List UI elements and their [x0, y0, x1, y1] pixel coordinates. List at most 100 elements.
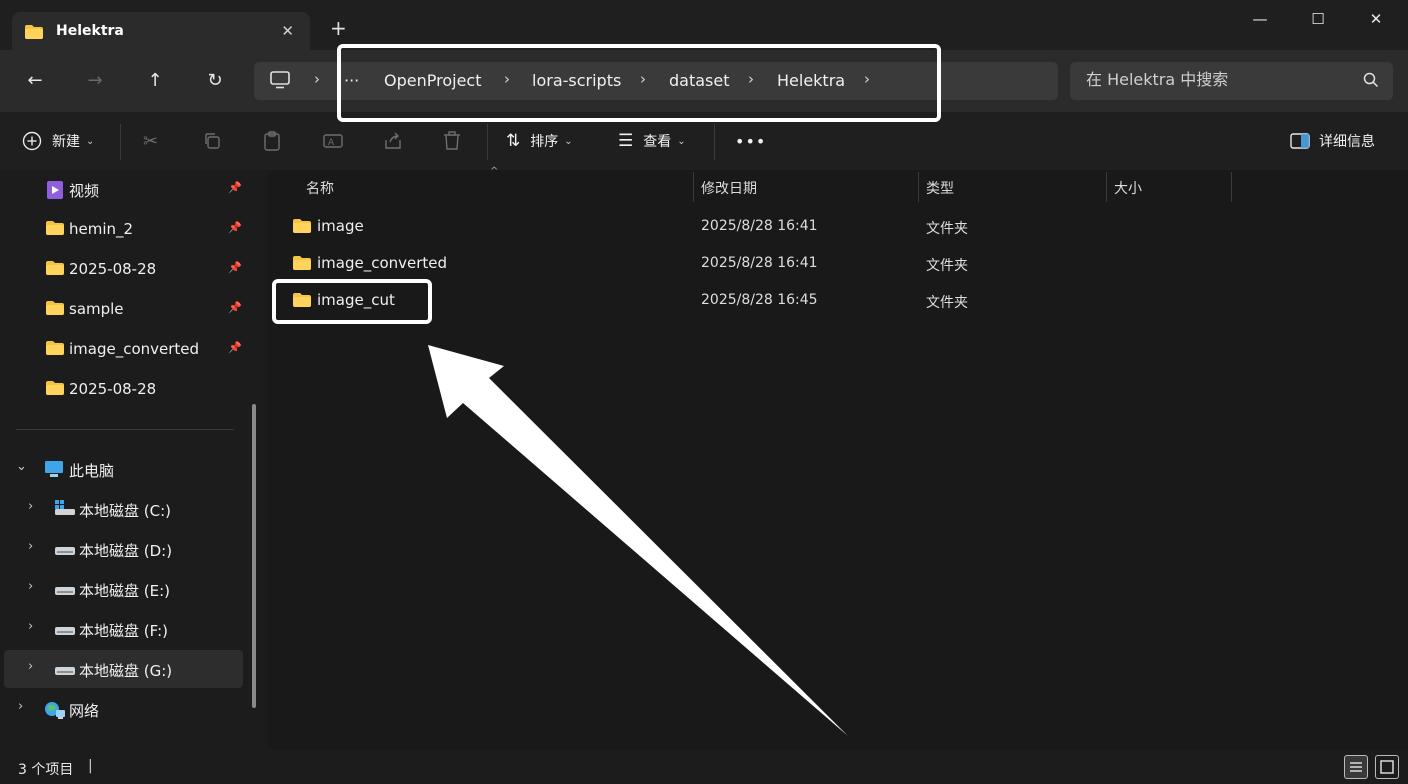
sidebar-item-label: image_converted [69, 340, 200, 358]
pin-icon[interactable]: 📌 [228, 261, 242, 274]
sidebar-item-label: 此电脑 [69, 462, 115, 480]
minimize-button[interactable]: — [1240, 8, 1280, 32]
forward-button[interactable]: → [82, 68, 108, 94]
large-icons-view-button[interactable] [1375, 755, 1399, 779]
file-date: 2025/8/28 16:41 [701, 218, 818, 234]
breadcrumb-more[interactable]: ··· [344, 71, 359, 90]
chevron-right-icon[interactable]: › [28, 619, 33, 634]
details-button[interactable]: 详细信息 [1290, 129, 1375, 153]
cut-icon[interactable]: ✂ [143, 129, 158, 153]
new-button[interactable]: 新建 ⌄ [22, 129, 94, 153]
chevron-right-icon[interactable]: › [504, 70, 510, 88]
folder-icon [292, 292, 312, 308]
back-button[interactable]: ← [22, 68, 48, 94]
search-input[interactable] [1086, 70, 1346, 89]
sidebar-item-this-pc[interactable]: ⌄ 此电脑 [4, 450, 243, 488]
column-divider[interactable] [918, 172, 919, 202]
chevron-down-icon[interactable]: ⌄ [16, 459, 27, 474]
column-header-type[interactable]: 类型 [926, 178, 954, 198]
sidebar-item-folder[interactable]: image_converted 📌 [4, 330, 243, 368]
network-icon [44, 700, 66, 724]
drive-icon [54, 584, 76, 600]
paste-icon[interactable] [263, 129, 281, 153]
address-bar[interactable]: › ··· OpenProject › lora-scripts › datas… [254, 62, 1058, 100]
this-pc-icon[interactable] [270, 71, 290, 93]
chevron-down-icon: ⌄ [564, 135, 573, 147]
new-tab-button[interactable]: + [330, 18, 347, 38]
chevron-right-icon[interactable]: › [28, 659, 33, 674]
table-row[interactable]: image_converted 2025/8/28 16:41 文件夹 [268, 246, 1408, 280]
pin-icon[interactable]: 📌 [228, 341, 242, 354]
pin-icon[interactable]: 📌 [228, 181, 242, 194]
sidebar-item-folder[interactable]: hemin_2 📌 [4, 210, 243, 248]
chevron-right-icon[interactable]: › [18, 699, 23, 714]
breadcrumb-lora-scripts[interactable]: lora-scripts [532, 71, 621, 90]
table-row[interactable]: image_cut 2025/8/28 16:45 文件夹 [268, 283, 1408, 317]
sidebar-item-drive-g[interactable]: › 本地磁盘 (G:) [4, 650, 243, 688]
chevron-right-icon[interactable]: › [864, 70, 870, 88]
video-folder-icon [46, 180, 64, 204]
column-divider[interactable] [693, 172, 694, 202]
sort-ascending-icon: ^ [490, 166, 499, 177]
maximize-button[interactable]: ☐ [1298, 8, 1338, 32]
view-button[interactable]: ☰ 查看 ⌄ [618, 129, 686, 153]
table-row[interactable]: image 2025/8/28 16:41 文件夹 [268, 209, 1408, 243]
toolbar-divider [487, 124, 488, 160]
sidebar-item-folder[interactable]: 2025-08-28 📌 [4, 250, 243, 288]
sidebar-item-drive-f[interactable]: › 本地磁盘 (F:) [4, 610, 243, 648]
sidebar-item-label: 网络 [69, 702, 100, 720]
sidebar-scrollbar[interactable] [252, 404, 256, 708]
delete-icon[interactable] [443, 129, 461, 153]
toolbar-divider [714, 124, 715, 160]
file-name[interactable]: image_converted [317, 254, 447, 272]
navigation-bar: ← → ↑ ↻ › ··· OpenProject › lora-scripts… [0, 50, 1408, 112]
search-icon[interactable] [1363, 72, 1379, 92]
sidebar-item-drive-e[interactable]: › 本地磁盘 (E:) [4, 570, 243, 608]
plus-circle-icon [22, 131, 42, 151]
column-header-size[interactable]: 大小 [1114, 178, 1142, 198]
more-options-icon[interactable]: ••• [735, 129, 766, 153]
share-icon[interactable] [383, 129, 403, 153]
breadcrumb-helektra[interactable]: Helektra [777, 71, 845, 90]
file-date: 2025/8/28 16:45 [701, 292, 818, 308]
refresh-button[interactable]: ↻ [202, 68, 228, 94]
sidebar-item-videos[interactable]: 视频 📌 [4, 170, 243, 208]
file-name[interactable]: image_cut [317, 291, 395, 309]
column-divider[interactable] [1106, 172, 1107, 202]
chevron-right-icon[interactable]: › [748, 70, 754, 88]
thumbnail-view-icon [1380, 760, 1394, 774]
sidebar-item-drive-d[interactable]: › 本地磁盘 (D:) [4, 530, 243, 568]
sidebar-item-folder[interactable]: sample 📌 [4, 290, 243, 328]
folder-icon [24, 24, 44, 40]
breadcrumb-dataset[interactable]: dataset [669, 71, 730, 90]
sidebar-item-drive-c[interactable]: › 本地磁盘 (C:) [4, 490, 243, 528]
breadcrumb-openproject[interactable]: OpenProject [384, 71, 481, 90]
details-view-button[interactable] [1344, 755, 1368, 779]
pin-icon[interactable]: 📌 [228, 301, 242, 314]
chevron-right-icon[interactable]: › [28, 579, 33, 594]
column-header-date[interactable]: 修改日期 [701, 178, 757, 198]
toolbar-divider [120, 124, 121, 160]
file-name[interactable]: image [317, 217, 364, 235]
navigation-pane: 视频 📌 hemin_2 📌 2025-08-28 📌 sample 📌 ima… [0, 170, 262, 750]
up-button[interactable]: ↑ [142, 68, 168, 94]
chevron-right-icon[interactable]: › [640, 70, 646, 88]
column-divider[interactable] [1231, 172, 1232, 202]
title-bar: Helektra ✕ + — ☐ ✕ [0, 0, 1408, 51]
sidebar-item-network[interactable]: › 网络 [4, 690, 243, 728]
tab-title: Helektra [56, 23, 124, 39]
pin-icon[interactable]: 📌 [228, 221, 242, 234]
status-divider: | [88, 758, 93, 774]
sort-button[interactable]: ⇅ 排序 ⌄ [506, 129, 573, 153]
view-list-icon: ☰ [618, 131, 634, 151]
chevron-right-icon[interactable]: › [28, 499, 33, 514]
tab-helektra[interactable]: Helektra ✕ [12, 12, 310, 51]
sidebar-item-folder[interactable]: 2025-08-28 [4, 370, 243, 408]
column-header-name[interactable]: 名称 [306, 178, 334, 198]
copy-icon[interactable] [203, 129, 221, 153]
rename-icon[interactable]: A [323, 129, 343, 153]
close-tab-icon[interactable]: ✕ [281, 22, 294, 40]
close-window-button[interactable]: ✕ [1356, 8, 1396, 32]
search-box[interactable] [1070, 62, 1393, 100]
chevron-right-icon[interactable]: › [28, 539, 33, 554]
